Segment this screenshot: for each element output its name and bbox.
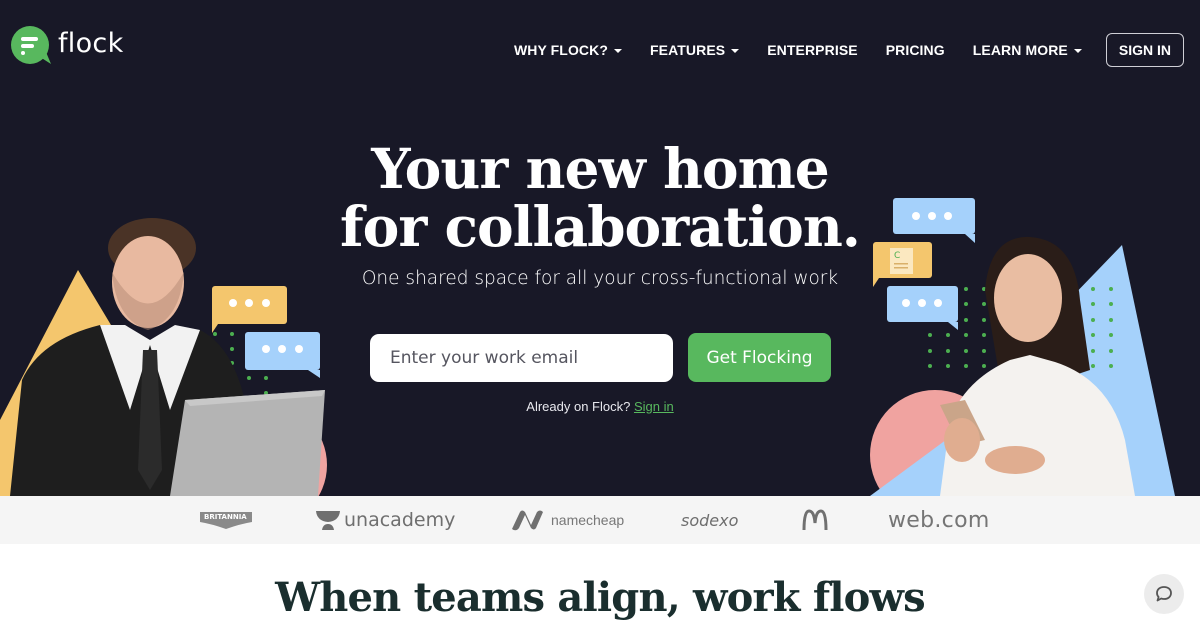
customer-logos-strip: BRITANNIA unacademy namecheap sodexo web… xyxy=(0,496,1200,544)
chat-bubble-blue-left xyxy=(245,332,320,378)
man-with-laptop-figure xyxy=(10,218,325,496)
nav-pricing-label: PRICING xyxy=(885,42,945,58)
logo-mcdonalds xyxy=(802,496,828,544)
nav-why-flock[interactable]: WHY FLOCK? xyxy=(513,42,623,58)
caret-down-icon xyxy=(614,48,623,53)
sign-in-link[interactable]: Sign in xyxy=(634,399,674,414)
namecheap-logo-icon xyxy=(512,510,543,531)
nav-learn-more-label: LEARN MORE xyxy=(972,42,1068,58)
unacademy-wordmark: unacademy xyxy=(344,509,456,531)
mcdonalds-arches-icon xyxy=(802,509,828,531)
yellow-triangle-shape xyxy=(0,270,150,496)
flock-logo[interactable]: flock xyxy=(10,25,124,65)
caret-down-icon xyxy=(1073,48,1082,53)
already-on-flock-text: Already on Flock? xyxy=(526,399,631,414)
chat-widget-button[interactable] xyxy=(1144,574,1184,614)
work-email-input[interactable] xyxy=(370,334,673,382)
nav-why-flock-label: WHY FLOCK? xyxy=(513,42,609,58)
logo-britannia: BRITANNIA xyxy=(198,496,254,544)
caret-down-icon xyxy=(731,48,740,53)
get-flocking-button[interactable]: Get Flocking xyxy=(688,333,831,382)
nav-learn-more[interactable]: LEARN MORE xyxy=(973,42,1082,58)
hero-subtitle: One shared space for all your cross-func… xyxy=(361,268,839,289)
main-nav: WHY FLOCK? FEATURES ENTERPRISE PRICING L… xyxy=(514,33,1184,67)
logo-unacademy: unacademy xyxy=(315,496,455,544)
green-dot-grid-right xyxy=(928,287,1113,368)
hero-title-line-1: Your new home xyxy=(371,136,830,201)
chat-bubble-icon xyxy=(1156,586,1172,602)
logo-webcom: web.com xyxy=(888,496,990,544)
section-title: When teams align, work flows xyxy=(275,574,926,621)
nav-enterprise[interactable]: ENTERPRISE xyxy=(767,42,857,58)
webcom-wordmark: web.com xyxy=(888,507,990,533)
britannia-wordmark: BRITANNIA xyxy=(204,513,247,521)
sodexo-wordmark: sodexo xyxy=(681,510,739,530)
nav-features[interactable]: FEATURES xyxy=(650,42,740,58)
nav-enterprise-label: ENTERPRISE xyxy=(767,42,858,58)
sign-in-button[interactable]: SIGN IN xyxy=(1105,33,1184,67)
hero-title: Your new home for collaboration. xyxy=(0,140,1200,256)
hero-section: C flock WHY FLOCK? FEATURES ENTERPRISE P… xyxy=(0,0,1200,496)
logo-sodexo: sodexo xyxy=(681,496,738,544)
flock-logo-icon xyxy=(11,26,51,64)
brand-name: flock xyxy=(58,27,124,59)
logo-namecheap: namecheap xyxy=(510,496,624,544)
hero-title-line-2: for collaboration. xyxy=(340,194,861,259)
namecheap-wordmark: namecheap xyxy=(551,512,625,528)
chat-bubble-blue-bottom-right xyxy=(887,286,958,330)
pink-circle-shape xyxy=(203,403,327,496)
unacademy-logo-icon xyxy=(316,511,340,530)
green-dot-grid-left xyxy=(180,332,268,395)
chat-bubble-yellow-left xyxy=(212,286,287,333)
already-on-flock: Already on Flock? Sign in xyxy=(0,399,1200,414)
nav-pricing[interactable]: PRICING xyxy=(886,42,945,58)
nav-features-label: FEATURES xyxy=(650,42,726,58)
